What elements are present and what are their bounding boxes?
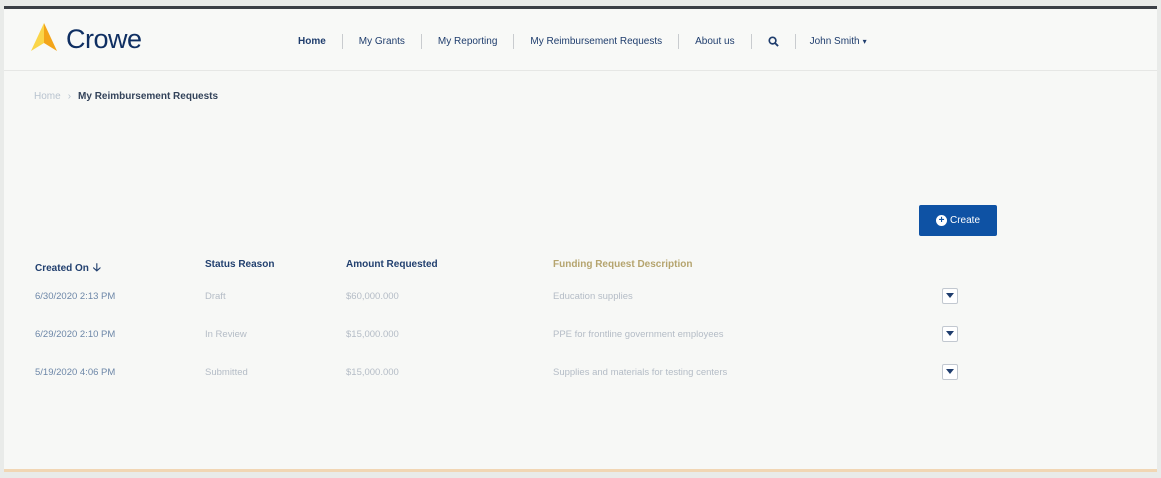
caret-down-icon: ▾ xyxy=(862,36,867,46)
nav-my-reporting[interactable]: My Reporting xyxy=(422,36,513,47)
cell-status: Draft xyxy=(205,291,226,302)
column-created-on[interactable]: Created On 🡣 xyxy=(35,259,101,278)
cell-created-on[interactable]: 6/30/2020 2:13 PM xyxy=(35,291,115,302)
cell-created-on[interactable]: 5/19/2020 4:06 PM xyxy=(35,367,115,378)
create-button[interactable]: + Create xyxy=(919,205,997,236)
cell-description: Supplies and materials for testing cente… xyxy=(553,367,728,378)
table-header: Created On 🡣 Status Reason Amount Request… xyxy=(35,259,995,281)
cell-amount: $15,000.000 xyxy=(346,367,399,378)
column-funding-request-description[interactable]: Funding Request Description xyxy=(553,259,692,270)
breadcrumb-home[interactable]: Home xyxy=(34,91,61,102)
cell-description: PPE for frontline government employees xyxy=(553,329,724,340)
row-menu-chevron-down-icon[interactable] xyxy=(942,326,958,342)
requests-table: Created On 🡣 Status Reason Amount Request… xyxy=(35,259,995,395)
site-header: Crowe Home My Grants My Reporting My Rei… xyxy=(4,9,1157,71)
crowe-logo-icon xyxy=(28,21,60,58)
logo-text: Crowe xyxy=(66,23,142,54)
nav-my-grants[interactable]: My Grants xyxy=(343,36,421,47)
column-label: Created On xyxy=(35,263,89,274)
arrow-down-icon: 🡣 xyxy=(92,262,101,274)
user-menu[interactable]: John Smith ▾ xyxy=(796,36,881,47)
search-icon[interactable] xyxy=(752,35,795,47)
nav-my-reimbursement-requests[interactable]: My Reimbursement Requests xyxy=(514,36,678,47)
table-row[interactable]: 6/29/2020 2:10 PM In Review $15,000.000 … xyxy=(35,319,995,357)
cell-amount: $15,000.000 xyxy=(346,329,399,340)
cell-amount: $60,000.000 xyxy=(346,291,399,302)
table-row[interactable]: 6/30/2020 2:13 PM Draft $60,000.000 Educ… xyxy=(35,281,995,319)
cell-status: Submitted xyxy=(205,367,248,378)
breadcrumb-current: My Reimbursement Requests xyxy=(78,91,219,102)
breadcrumb: Home › My Reimbursement Requests xyxy=(34,91,218,102)
logo[interactable]: Crowe xyxy=(28,21,142,57)
cell-description: Education supplies xyxy=(553,291,633,302)
plus-circle-icon: + xyxy=(935,215,947,226)
row-menu-chevron-down-icon[interactable] xyxy=(942,364,958,380)
column-status-reason[interactable]: Status Reason xyxy=(205,259,274,270)
user-name: John Smith xyxy=(809,35,860,47)
cell-status: In Review xyxy=(205,329,247,340)
browser-page: Crowe Home My Grants My Reporting My Rei… xyxy=(4,6,1157,472)
table-row[interactable]: 5/19/2020 4:06 PM Submitted $15,000.000 … xyxy=(35,357,995,395)
row-menu-chevron-down-icon[interactable] xyxy=(942,288,958,304)
breadcrumb-separator-icon: › xyxy=(67,91,72,102)
create-button-label: Create xyxy=(949,215,980,226)
nav-home[interactable]: Home xyxy=(282,36,342,47)
cell-created-on[interactable]: 6/29/2020 2:10 PM xyxy=(35,329,115,340)
main-nav: Home My Grants My Reporting My Reimburse… xyxy=(282,31,881,51)
column-amount-requested[interactable]: Amount Requested xyxy=(346,259,438,270)
nav-about-us[interactable]: About us xyxy=(679,36,750,47)
